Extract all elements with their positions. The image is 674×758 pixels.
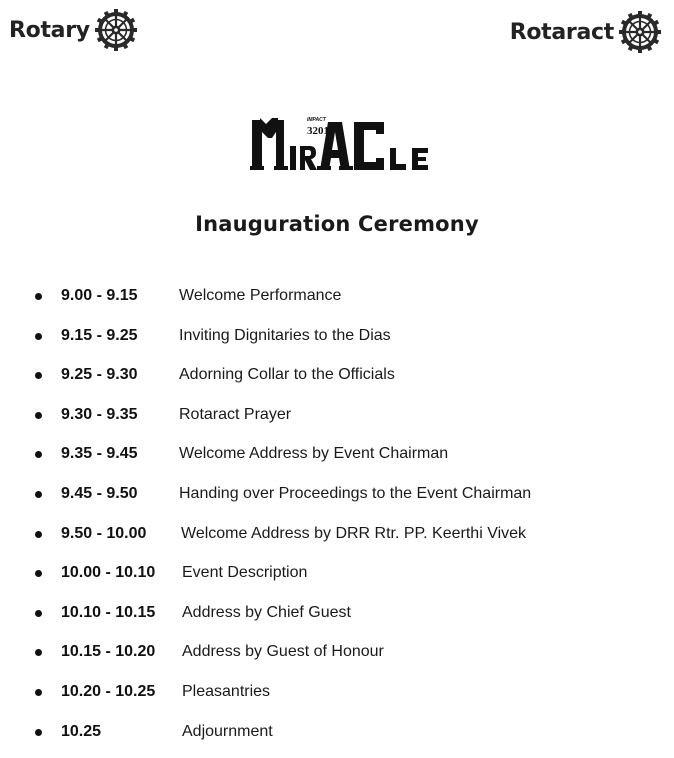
- schedule-description: Handing over Proceedings to the Event Ch…: [179, 484, 532, 502]
- bullet-icon: [35, 332, 42, 340]
- schedule-description: Event Description: [182, 564, 308, 582]
- schedule-time: 10.20 - 10.25: [61, 682, 156, 700]
- schedule-item: 9.00 - 9.15 Welcome Performance: [0, 283, 674, 323]
- schedule-time: 10.10 - 10.15: [61, 603, 156, 621]
- rotary-wheel-icon: [94, 8, 138, 52]
- schedule-item: 10.20 - 10.25 Pleasantries: [0, 679, 674, 719]
- schedule-item: 10.15 - 10.20 Address by Guest of Honour: [0, 639, 674, 679]
- schedule-item: 10.25 Adjournment: [0, 719, 674, 758]
- schedule-item: 9.35 - 9.45 Welcome Address by Event Chai…: [0, 441, 674, 481]
- schedule-description: Adjournment: [182, 722, 273, 740]
- schedule-time: 10.25: [61, 722, 102, 740]
- schedule-time: 10.15 - 10.20: [61, 643, 156, 661]
- schedule-description: Address by Guest of Honour: [182, 643, 384, 661]
- bullet-icon: [35, 411, 42, 419]
- schedule-time: 9.15 - 9.25: [61, 326, 138, 344]
- schedule-list: 9.00 - 9.15 Welcome Performance 9.15 - 9.…: [0, 283, 674, 758]
- miracle-event-logo: IMPACT 3201: [250, 112, 455, 174]
- schedule-time: 9.00 - 9.15: [61, 287, 138, 304]
- schedule-description: Welcome Address by Event Chairman: [179, 445, 449, 463]
- schedule-time: 9.30 - 9.35: [61, 405, 138, 423]
- schedule-description: Welcome Performance: [179, 287, 342, 304]
- logo-tag-number: 3201: [307, 125, 329, 137]
- rotaract-logo-text: Rotaract: [509, 19, 615, 45]
- schedule-description: Pleasantries: [182, 682, 271, 700]
- schedule-item: 10.00 - 10.10 Event Description: [0, 560, 674, 600]
- schedule-description: Welcome Address by DRR Rtr. PP. Keerthi …: [181, 524, 527, 542]
- bullet-icon: [35, 570, 42, 578]
- schedule-description: Inviting Dignitaries to the Dias: [179, 326, 391, 344]
- schedule-item: 9.45 - 9.50 Handing over Proceedings to t…: [0, 481, 674, 521]
- rotaract-wheel-icon: [618, 10, 662, 54]
- schedule-time: 9.35 - 9.45: [61, 445, 138, 463]
- bullet-icon: [35, 451, 42, 459]
- bullet-icon: [35, 688, 42, 696]
- bullet-icon: [35, 293, 42, 300]
- schedule-time: 9.25 - 9.30: [61, 366, 138, 384]
- schedule-description: Rotaract Prayer: [179, 405, 292, 423]
- schedule-item: 9.30 - 9.35 Rotaract Prayer: [0, 402, 674, 442]
- logo-tag-small: IMPACT: [307, 117, 327, 123]
- bullet-icon: [35, 530, 42, 538]
- bullet-icon: [35, 609, 42, 617]
- schedule-description: Address by Chief Guest: [182, 603, 351, 621]
- schedule-item: 9.50 - 10.00 Welcome Address by DRR Rtr. …: [0, 521, 674, 561]
- bullet-icon: [35, 490, 42, 498]
- schedule-item: 10.10 - 10.15 Address by Chief Guest: [0, 600, 674, 640]
- schedule-time: 9.50 - 10.00: [61, 524, 147, 542]
- schedule-time: 9.45 - 9.50: [61, 484, 138, 502]
- schedule-item: 9.15 - 9.25 Inviting Dignitaries to the D…: [0, 323, 674, 363]
- schedule-time: 10.00 - 10.10: [61, 564, 156, 582]
- page-title: Inauguration Ceremony: [195, 212, 479, 236]
- schedule-item: 9.25 - 9.30 Adorning Collar to the Offici…: [0, 362, 674, 402]
- bullet-icon: [35, 649, 42, 657]
- schedule-description: Adorning Collar to the Officials: [179, 366, 395, 384]
- rotary-logo: Rotary: [9, 8, 138, 52]
- bullet-icon: [35, 728, 42, 736]
- rotary-logo-text: Rotary: [9, 17, 90, 43]
- rotaract-logo: Rotaract: [510, 10, 662, 54]
- bullet-icon: [35, 372, 42, 380]
